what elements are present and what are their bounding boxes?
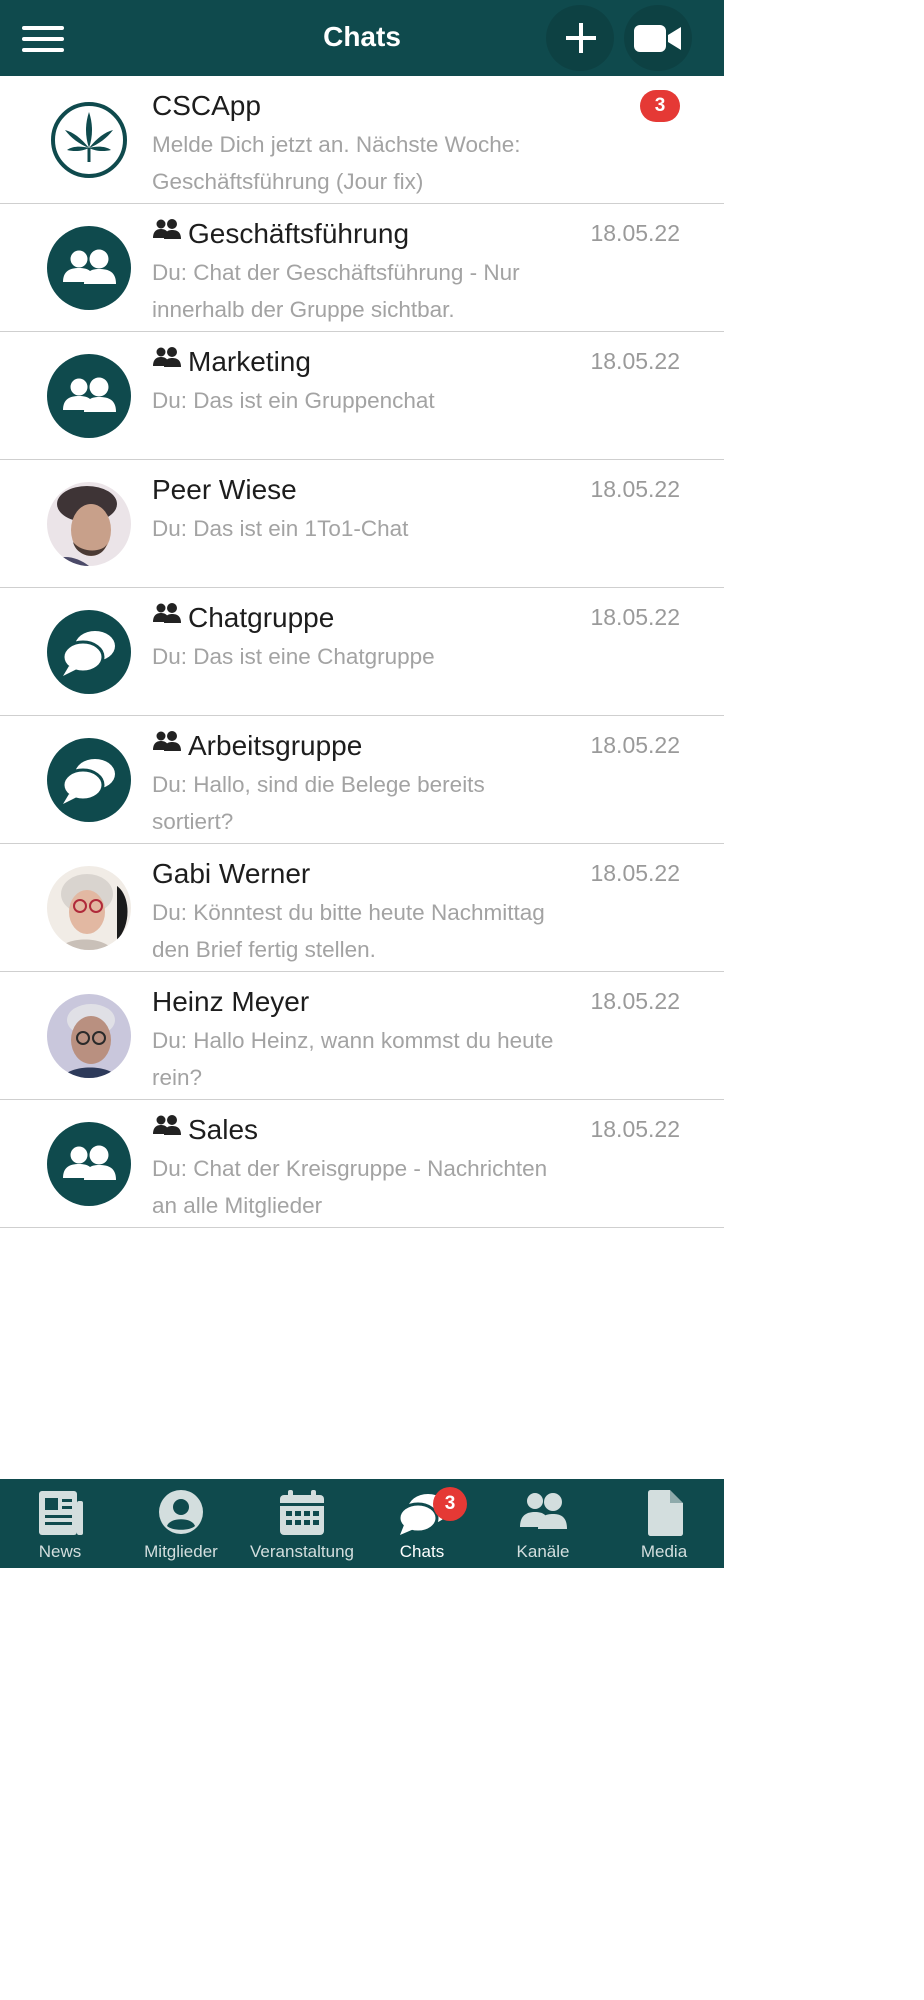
chat-name: Heinz Meyer [152, 986, 310, 1017]
chat-preview: Du: Chat der Kreisgruppe - Nachrichten a… [152, 1156, 548, 1218]
group-icon [153, 731, 181, 751]
tab-media[interactable]: Media [604, 1479, 724, 1568]
tab-label: Veranstaltung [250, 1542, 354, 1561]
chat-row-cscapp[interactable]: CSCApp 3 Melde Dich jetzt an. Nächste Wo… [0, 76, 724, 204]
speech-bubbles-icon [61, 759, 115, 804]
new-chat-button[interactable] [546, 5, 614, 71]
chat-preview: Du: Das ist eine Chatgruppe [152, 644, 435, 669]
newspaper-icon [39, 1491, 83, 1535]
chat-row-gabi-werner[interactable]: Gabi Werner 18.05.22 Du: Könntest du bit… [0, 844, 724, 972]
tab-label: Kanäle [516, 1542, 570, 1561]
tab-label: Mitglieder [144, 1542, 218, 1561]
chat-date: 18.05.22 [590, 220, 680, 246]
chat-preview: Melde Dich jetzt an. Nächste Woche: Gesc… [152, 132, 521, 194]
chat-name-text: Sales [188, 1114, 259, 1145]
plus-icon [566, 23, 596, 53]
chat-name: Marketing [152, 345, 311, 379]
video-call-button[interactable] [624, 5, 692, 71]
group-people-icon [63, 249, 116, 284]
chat-date: 18.05.22 [590, 732, 680, 758]
chat-name-text: Chatgruppe [188, 602, 335, 633]
hamburger-line [22, 37, 64, 41]
tab-news[interactable]: News [0, 1479, 120, 1568]
avatar [47, 482, 131, 566]
chat-avatar [47, 738, 131, 822]
group-avatar [47, 1122, 131, 1206]
chat-name-text: Arbeitsgruppe [188, 730, 363, 761]
chat-date: 18.05.22 [590, 604, 680, 630]
tab-mitglieder[interactable]: Mitglieder [120, 1479, 242, 1568]
user-circle-icon [159, 1490, 203, 1534]
chat-row-arbeitsgruppe[interactable]: Arbeitsgruppe 18.05.22 Du: Hallo, sind d… [0, 716, 724, 844]
chat-date: 18.05.22 [590, 860, 680, 886]
user-photo [47, 482, 131, 566]
chat-preview: Du: Könntest du bitte heute Nachmittag d… [152, 900, 545, 962]
page-title: Chats [323, 21, 401, 52]
user-photo [47, 994, 131, 1078]
speech-bubbles-icon [61, 631, 115, 676]
chat-avatar [47, 610, 131, 694]
chat-preview: Du: Hallo Heinz, wann kommst du heute re… [152, 1028, 554, 1090]
tab-kanaele[interactable]: Kanäle [482, 1479, 604, 1568]
chat-name: Gabi Werner [152, 858, 311, 889]
users-icon [520, 1493, 567, 1529]
group-avatar [47, 226, 131, 310]
chat-row-sales[interactable]: Sales 18.05.22 Du: Chat der Kreisgruppe … [0, 1100, 724, 1228]
chat-preview: Du: Das ist ein Gruppenchat [152, 388, 435, 413]
group-icon [153, 347, 181, 367]
chat-name-text: Marketing [188, 346, 311, 377]
file-icon [648, 1490, 683, 1536]
tab-veranstaltung[interactable]: Veranstaltung [242, 1479, 362, 1568]
bottom-tab-bar: News Mitglieder Veranstaltung 3 Chats Ka… [0, 1479, 724, 1568]
video-camera-icon [634, 25, 681, 52]
chat-name: Geschäftsführung [152, 217, 409, 251]
menu-button[interactable] [22, 24, 64, 54]
cannabis-leaf-icon [51, 102, 127, 178]
group-icon [153, 603, 181, 623]
tab-label: Chats [399, 1542, 445, 1561]
group-people-icon [63, 377, 116, 412]
hamburger-menu-icon [22, 26, 64, 30]
chat-row-marketing[interactable]: Marketing 18.05.22 Du: Das ist ein Grupp… [0, 332, 724, 460]
avatar [47, 994, 131, 1078]
tab-label: News [38, 1542, 82, 1561]
chat-date: 18.05.22 [590, 476, 680, 502]
chat-name-text: Geschäftsführung [188, 218, 410, 249]
group-icon [153, 1115, 181, 1135]
chat-name: CSCApp [152, 90, 261, 121]
chat-preview: Du: Das ist ein 1To1-Chat [152, 516, 409, 541]
chat-row-heinz-meyer[interactable]: Heinz Meyer 18.05.22 Du: Hallo Heinz, wa… [0, 972, 724, 1100]
chats-badge: 3 [433, 1487, 467, 1521]
unread-badge: 3 [640, 90, 680, 122]
chat-row-peer-wiese[interactable]: Peer Wiese 18.05.22 Du: Das ist ein 1To1… [0, 460, 724, 588]
chat-date: 18.05.22 [590, 348, 680, 374]
chat-row-chatgruppe[interactable]: Chatgruppe 18.05.22 Du: Das ist eine Cha… [0, 588, 724, 716]
app-header: Chats [0, 0, 724, 76]
chat-row-geschaeftsfuehrung[interactable]: Geschäftsführung 18.05.22 Du: Chat der G… [0, 204, 724, 332]
chat-preview: Du: Hallo, sind die Belege bereits sorti… [152, 772, 485, 834]
group-icon [153, 219, 181, 239]
tab-chats[interactable]: 3 Chats [362, 1479, 482, 1568]
tab-label: Media [640, 1542, 688, 1561]
avatar [47, 866, 131, 950]
chat-name: Sales [152, 1113, 258, 1147]
group-avatar [47, 354, 131, 438]
hamburger-line [22, 48, 64, 52]
chat-name: Peer Wiese [152, 474, 297, 505]
chat-date: 18.05.22 [590, 988, 680, 1014]
chat-date: 18.05.22 [590, 1116, 680, 1142]
chat-list: CSCApp 3 Melde Dich jetzt an. Nächste Wo… [0, 76, 724, 1228]
group-people-icon [63, 1145, 116, 1180]
user-photo [47, 866, 131, 950]
chat-name: Chatgruppe [152, 601, 334, 635]
chat-name: Arbeitsgruppe [152, 729, 362, 763]
cannabis-logo-avatar [47, 98, 131, 182]
chat-preview: Du: Chat der Geschäftsführung - Nur inne… [152, 260, 520, 322]
calendar-icon [280, 1490, 324, 1535]
